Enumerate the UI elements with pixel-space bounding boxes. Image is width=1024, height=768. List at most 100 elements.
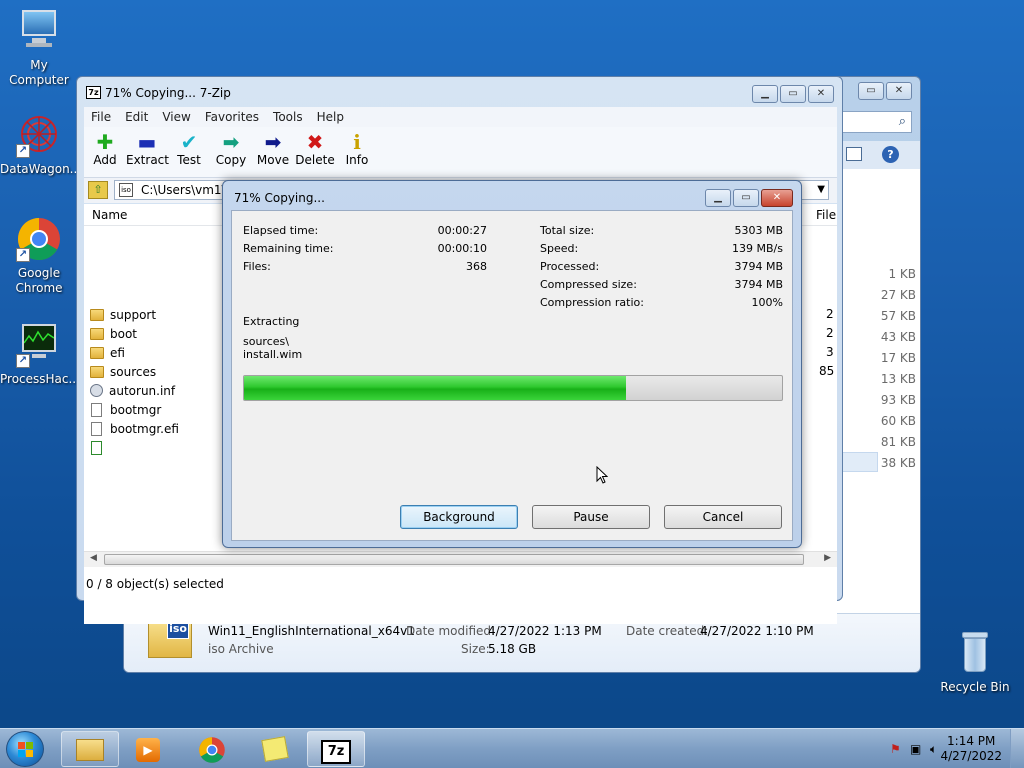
taskbar-7zip-button[interactable]: 7z xyxy=(307,731,365,767)
add-button[interactable]: ✚ Add xyxy=(84,127,126,177)
processhacker-icon: ↗ xyxy=(16,322,62,368)
7zip-titlebar[interactable]: 7z 71% Copying... 7-Zip ▁ ▭ ✕ xyxy=(77,77,842,107)
explorer-close-button[interactable]: ✕ xyxy=(886,82,912,100)
current-path-line2: install.wim xyxy=(243,348,303,361)
preview-pane-icon[interactable] xyxy=(846,147,862,161)
taskbar-explorer-button[interactable] xyxy=(61,731,119,767)
desktop-icon-processhacker[interactable]: ↗ ProcessHac... xyxy=(0,322,80,387)
menu-file[interactable]: File xyxy=(84,110,118,124)
menu-edit[interactable]: Edit xyxy=(118,110,155,124)
volume-icon[interactable]: 🔈︎ xyxy=(930,742,937,757)
desktop-icon-recycle-bin[interactable]: Recycle Bin xyxy=(936,630,1014,695)
taskbar-sticky-notes-button[interactable] xyxy=(246,731,304,767)
processed-label: Processed: xyxy=(540,260,600,273)
7zip-taskbar-icon: 7z xyxy=(321,740,351,764)
scrollbar-thumb[interactable] xyxy=(104,554,804,565)
shortcut-arrow-icon: ↗ xyxy=(16,354,30,368)
menu-tools[interactable]: Tools xyxy=(266,110,310,124)
count-cell: 2 xyxy=(826,326,834,340)
info-button[interactable]: i Info xyxy=(336,127,378,177)
recycle-bin-icon xyxy=(952,630,998,676)
close-button[interactable]: ✕ xyxy=(808,85,834,103)
progress-bar xyxy=(243,375,783,401)
processed-value: 3794 MB xyxy=(734,260,783,273)
file-size: 81 KB xyxy=(880,435,916,449)
folder-icon xyxy=(90,346,104,359)
count-cell: 85 xyxy=(819,364,835,378)
minimize-button[interactable]: ▁ xyxy=(752,85,778,103)
elapsed-time-label: Elapsed time: xyxy=(243,224,319,237)
file-size: 13 KB xyxy=(880,372,916,386)
explorer-file-list[interactable]: 1 KB 27 KB 57 KB 43 KB 17 KB 13 KB 93 KB… xyxy=(836,169,920,613)
list-item[interactable]: support xyxy=(90,305,156,324)
taskbar-media-player-button[interactable]: ▶ xyxy=(119,731,177,767)
taskbar-chrome-button[interactable] xyxy=(183,731,241,767)
list-item[interactable]: sources xyxy=(90,362,156,381)
dialog-minimize-button[interactable]: ▁ xyxy=(705,189,731,207)
scroll-right-icon[interactable]: ▶ xyxy=(824,553,831,563)
delete-label: Delete xyxy=(295,153,335,167)
cancel-button[interactable]: Cancel xyxy=(664,505,782,529)
gear-icon xyxy=(90,384,103,397)
test-button[interactable]: ✔ Test xyxy=(168,127,210,177)
iso-file-icon: iso xyxy=(148,617,192,658)
column-file[interactable]: File xyxy=(816,208,836,222)
extract-button[interactable]: ▬ Extract xyxy=(126,127,169,177)
desktop-icon-datawagon[interactable]: ↗ DataWagon... xyxy=(0,112,81,177)
list-item-name: boot xyxy=(110,326,138,341)
list-item-name: autorun.inf xyxy=(109,383,176,398)
details-filetype: iso Archive xyxy=(208,642,274,656)
file-size: 17 KB xyxy=(880,351,916,365)
action-center-flag-icon[interactable]: ⚑ xyxy=(890,742,901,756)
folder-icon xyxy=(76,739,104,761)
scroll-left-icon[interactable]: ◀ xyxy=(90,553,97,563)
list-item[interactable] xyxy=(90,438,110,457)
start-button[interactable] xyxy=(6,731,44,767)
menu-favorites[interactable]: Favorites xyxy=(198,110,266,124)
list-item[interactable]: boot xyxy=(90,324,137,343)
clock[interactable]: 1:14 PM 4/27/2022 xyxy=(940,734,1002,764)
pause-button[interactable]: Pause xyxy=(532,505,650,529)
status-text: 0 / 8 object(s) selected xyxy=(86,577,224,591)
show-desktop-button[interactable] xyxy=(1010,729,1024,768)
progress-dialog[interactable]: 71% Copying... ▁ ▭ ✕ Elapsed time: 00:00… xyxy=(222,180,802,548)
file-icon xyxy=(91,421,102,436)
list-item[interactable]: bootmgr xyxy=(90,400,161,419)
list-item[interactable]: autorun.inf xyxy=(90,381,175,400)
move-button[interactable]: ➡ Move xyxy=(252,127,294,177)
delete-button[interactable]: ✖ Delete xyxy=(294,127,336,177)
selected-row[interactable] xyxy=(838,452,878,472)
test-icon: ✔ xyxy=(180,130,198,154)
network-icon[interactable]: ▣ xyxy=(910,742,921,756)
details-modified-label: Date modified: xyxy=(406,624,496,638)
desktop-icon-google-chrome[interactable]: ↗ Google Chrome xyxy=(0,216,78,296)
copy-button[interactable]: ➡ Copy xyxy=(210,127,252,177)
dialog-maximize-button[interactable]: ▭ xyxy=(733,189,759,207)
maximize-button[interactable]: ▭ xyxy=(780,85,806,103)
folder-up-icon[interactable]: ⇧ xyxy=(88,181,108,199)
file-size: 93 KB xyxy=(880,393,916,407)
menu-view[interactable]: View xyxy=(155,110,197,124)
info-icon: i xyxy=(353,130,361,154)
info-label: Info xyxy=(345,153,369,167)
help-icon[interactable]: ? xyxy=(882,146,899,163)
desktop-icon-my-computer[interactable]: My Computer xyxy=(0,8,78,88)
chevron-down-icon[interactable]: ▼ xyxy=(817,181,825,199)
explorer-maximize-button[interactable]: ▭ xyxy=(858,82,884,100)
count-cell: 2 xyxy=(826,307,834,321)
dialog-close-button[interactable]: ✕ xyxy=(761,189,793,207)
column-name[interactable]: Name xyxy=(92,208,127,222)
desktop-icon-label: Recycle Bin xyxy=(940,680,1010,694)
desktop-icon-label: ProcessHac... xyxy=(0,372,80,386)
list-item[interactable]: efi xyxy=(90,343,125,362)
list-item[interactable]: bootmgr.efi xyxy=(90,419,179,438)
speed-label: Speed: xyxy=(540,242,579,255)
remaining-time-value: 00:00:10 xyxy=(437,242,487,255)
background-button[interactable]: Background xyxy=(400,505,518,529)
7zip-logo-icon: 7z xyxy=(86,86,101,99)
horizontal-scrollbar[interactable]: ◀ ▶ xyxy=(84,551,837,567)
clock-time: 1:14 PM xyxy=(947,734,996,748)
menu-help[interactable]: Help xyxy=(310,110,351,124)
file-size: 27 KB xyxy=(880,288,916,302)
file-size: 57 KB xyxy=(880,309,916,323)
